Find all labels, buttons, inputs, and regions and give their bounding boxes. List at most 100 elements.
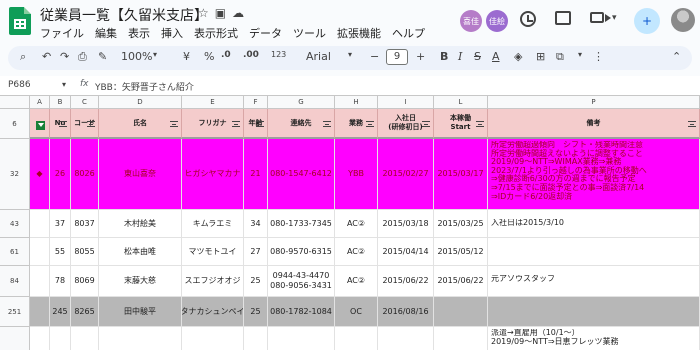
collaborator-avatar[interactable]: 喜佳 bbox=[460, 10, 482, 32]
merge-cells-icon[interactable]: ⧉ bbox=[556, 50, 564, 64]
column-header-p[interactable]: P bbox=[488, 96, 700, 109]
font-select[interactable]: Arial bbox=[306, 50, 331, 63]
row-number[interactable]: 61 bbox=[0, 238, 30, 266]
font-size-input[interactable]: 9 bbox=[386, 49, 408, 65]
table-cell[interactable]: ヒガシヤマカナ bbox=[182, 139, 244, 210]
table-cell[interactable] bbox=[268, 327, 335, 350]
move-folder-icon[interactable]: ▣ bbox=[215, 6, 232, 20]
table-cell[interactable]: 松本由唯 bbox=[99, 238, 182, 266]
document-title[interactable]: 従業員一覧【久留米支店】 bbox=[40, 5, 208, 25]
table-cell[interactable]: マツモトユイ bbox=[182, 238, 244, 266]
star-icon[interactable]: ☆ bbox=[198, 6, 215, 20]
zoom-select[interactable]: 100% bbox=[121, 50, 152, 63]
select-all-corner[interactable] bbox=[0, 96, 30, 109]
menu-tools[interactable]: ツール bbox=[293, 27, 326, 40]
cloud-status-icon[interactable]: ☁ bbox=[232, 6, 250, 20]
table-cell[interactable] bbox=[30, 238, 50, 266]
chevron-up-icon[interactable]: ⌃ bbox=[672, 50, 681, 63]
comments-icon[interactable] bbox=[555, 11, 571, 25]
row-number[interactable]: 32 bbox=[0, 139, 30, 210]
table-cell[interactable] bbox=[244, 327, 268, 350]
column-header-l[interactable]: L bbox=[434, 96, 488, 109]
table-cell[interactable]: タナカシュンペイ bbox=[182, 297, 244, 327]
collaborator-avatar[interactable]: 佳絵 bbox=[486, 10, 508, 32]
column-header-h[interactable]: H bbox=[335, 96, 378, 109]
filter-button-icon[interactable] bbox=[232, 121, 240, 127]
menu-edit[interactable]: 編集 bbox=[95, 27, 117, 40]
chevron-down-icon[interactable]: ▾ bbox=[578, 50, 582, 59]
user-avatar[interactable] bbox=[671, 8, 695, 32]
note-cell[interactable]: 派遣→直雇用（10/1～） 2019/09～NTT⇒日恵フレッツ業務 bbox=[488, 327, 700, 350]
table-cell[interactable] bbox=[182, 327, 244, 350]
table-cell[interactable]: 2015/02/27 bbox=[378, 139, 434, 210]
row-number[interactable]: 43 bbox=[0, 210, 30, 238]
table-cell[interactable]: 8069 bbox=[71, 266, 99, 297]
filter-toggle-icon[interactable] bbox=[36, 121, 45, 130]
table-cell[interactable]: 21 bbox=[244, 139, 268, 210]
version-history-icon[interactable] bbox=[520, 11, 536, 27]
table-cell[interactable]: 田中駿平 bbox=[99, 297, 182, 327]
table-cell[interactable]: 080-1547-6412 bbox=[268, 139, 335, 210]
table-cell[interactable] bbox=[30, 266, 50, 297]
meet-icon[interactable] bbox=[590, 12, 611, 23]
filter-button-icon[interactable] bbox=[422, 121, 430, 127]
column-header-d[interactable]: D bbox=[99, 96, 182, 109]
table-cell[interactable]: 木村絵美 bbox=[99, 210, 182, 238]
filter-button-icon[interactable] bbox=[170, 121, 178, 127]
redo-icon[interactable]: ↷ bbox=[60, 50, 69, 63]
borders-icon[interactable]: ⊞ bbox=[536, 50, 545, 63]
menu-help[interactable]: ヘルプ bbox=[392, 27, 425, 40]
increase-decimals-button[interactable]: .00 bbox=[243, 50, 259, 60]
bold-icon[interactable]: B bbox=[440, 50, 448, 63]
table-cell[interactable]: 37 bbox=[50, 210, 71, 238]
undo-icon[interactable]: ↶ bbox=[42, 50, 51, 63]
table-cell[interactable]: 8055 bbox=[71, 238, 99, 266]
percent-format-button[interactable]: % bbox=[204, 50, 214, 63]
share-button[interactable]: + bbox=[634, 8, 660, 34]
text-color-icon[interactable]: A bbox=[492, 50, 500, 63]
table-cell[interactable]: 2015/03/25 bbox=[434, 210, 488, 238]
table-cell[interactable] bbox=[71, 327, 99, 350]
column-header-g[interactable]: G bbox=[268, 96, 335, 109]
increase-font-icon[interactable]: + bbox=[416, 50, 425, 63]
name-box[interactable]: P686 bbox=[8, 80, 31, 90]
table-cell[interactable]: キムラエミ bbox=[182, 210, 244, 238]
table-cell[interactable] bbox=[30, 327, 50, 350]
decrease-font-icon[interactable]: − bbox=[370, 50, 379, 63]
table-cell[interactable]: OC bbox=[335, 297, 378, 327]
menu-view[interactable]: 表示 bbox=[128, 27, 150, 40]
column-header-f[interactable]: F bbox=[244, 96, 268, 109]
table-cell[interactable]: 8026 bbox=[71, 139, 99, 210]
table-cell[interactable]: 55 bbox=[50, 238, 71, 266]
table-cell[interactable]: AC② bbox=[335, 266, 378, 297]
table-cell[interactable]: 2015/03/17 bbox=[434, 139, 488, 210]
menu-insert[interactable]: 挿入 bbox=[161, 27, 183, 40]
note-cell[interactable] bbox=[488, 297, 700, 327]
table-cell[interactable]: 26 bbox=[50, 139, 71, 210]
filter-button-icon[interactable] bbox=[87, 121, 95, 127]
table-cell[interactable] bbox=[50, 327, 71, 350]
print-icon[interactable]: ⎙ bbox=[78, 50, 87, 64]
filter-button-icon[interactable] bbox=[256, 121, 264, 127]
fill-color-icon[interactable]: ◈ bbox=[514, 50, 522, 63]
table-cell[interactable]: 2015/04/14 bbox=[378, 238, 434, 266]
table-cell[interactable] bbox=[434, 327, 488, 350]
row-number[interactable]: 251 bbox=[0, 297, 30, 327]
note-cell[interactable]: 元アソウスタッフ bbox=[488, 266, 700, 297]
table-cell[interactable] bbox=[335, 327, 378, 350]
table-cell[interactable]: AC② bbox=[335, 210, 378, 238]
table-cell[interactable]: 0944-43-4470 080-9056-3431 bbox=[268, 266, 335, 297]
menu-data[interactable]: データ bbox=[249, 27, 282, 40]
table-cell[interactable]: 080-1782-1084 bbox=[268, 297, 335, 327]
currency-format-button[interactable]: ¥ bbox=[183, 50, 190, 63]
menu-extensions[interactable]: 拡張機能 bbox=[337, 27, 381, 40]
row-number[interactable] bbox=[0, 327, 30, 350]
note-cell[interactable]: 入社日は2015/3/10 bbox=[488, 210, 700, 238]
note-cell[interactable] bbox=[488, 238, 700, 266]
search-icon[interactable]: ⌕ bbox=[20, 50, 26, 64]
filter-button-icon[interactable] bbox=[476, 121, 484, 127]
table-cell[interactable]: 東山喜奈 bbox=[99, 139, 182, 210]
table-cell[interactable]: 34 bbox=[244, 210, 268, 238]
number-format-button[interactable]: 123 bbox=[271, 50, 286, 59]
chevron-down-icon[interactable]: ▾ bbox=[62, 80, 66, 89]
